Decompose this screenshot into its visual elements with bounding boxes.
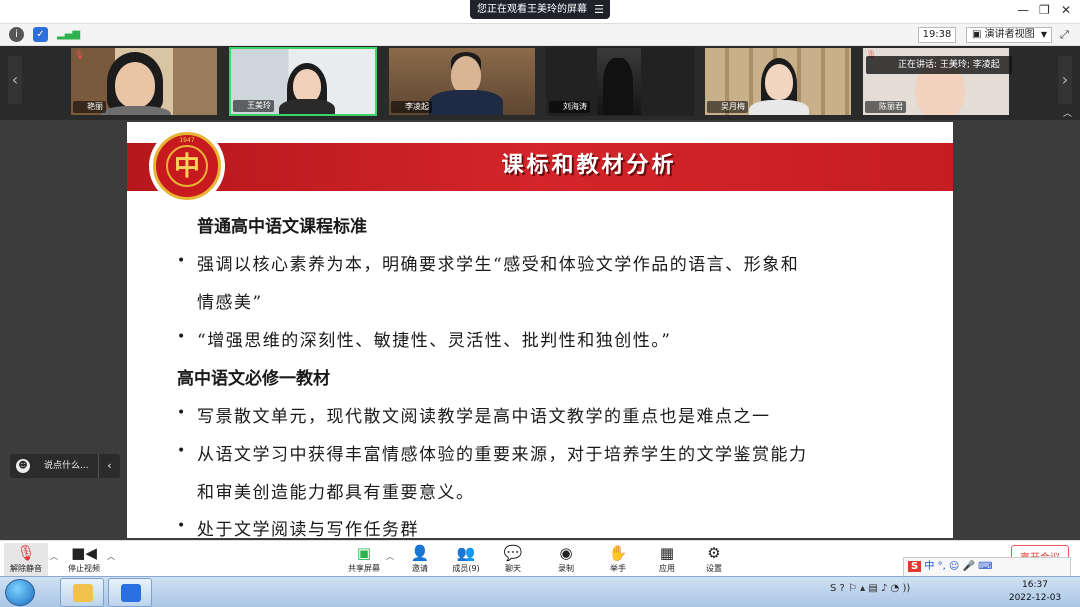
camera-icon: ■◀ [71, 544, 97, 562]
school-logo: 1947 中 [149, 128, 225, 204]
title-bar: 您正在观看王美玲的屏幕 ☰ — ❐ ✕ [0, 0, 1080, 24]
participant-tile[interactable]: 刘海涛 [546, 47, 694, 116]
invite-icon: 👤 [410, 544, 430, 562]
apps-button[interactable]: ▦ 应用 [645, 543, 689, 575]
sogou-icon: S [908, 561, 922, 572]
share-banner-text: 您正在观看王美玲的屏幕 [477, 4, 587, 15]
share-banner[interactable]: 您正在观看王美玲的屏幕 ☰ [470, 0, 610, 19]
gear-icon: ⚙ [707, 544, 721, 562]
system-tray[interactable]: S ? ⚐ ▴ ▤ ♪ ◔ )) [830, 583, 910, 594]
participant-name: 吴月梅 [707, 101, 748, 113]
hand-icon: ✋ [608, 544, 628, 562]
bullet-line: 写景散文单元，现代散文阅读教学是高中语文教学的重点也是难点之一 [197, 407, 771, 427]
restore-icon[interactable]: ❐ [1039, 3, 1050, 17]
meeting-clock: 19:38 [918, 27, 956, 43]
record-icon: ◉ [559, 544, 573, 562]
members-button[interactable]: 👥 成员(9) [444, 543, 488, 575]
participant-tile[interactable]: 吴月梅 [704, 47, 852, 116]
participant-name: 艳丽 [73, 101, 106, 113]
stop-video-button[interactable]: ■◀ 停止视频 [62, 543, 106, 575]
chevron-up-icon[interactable]: ︿ [386, 551, 394, 562]
bullet-line: “增强思维的深刻性、敏捷性、灵活性、批判性和独创性。” [197, 331, 672, 351]
bullet-line: 情感美” [197, 293, 263, 313]
chat-input[interactable]: ☻ 说点什么... ‹ [10, 454, 120, 478]
ime-toolbar[interactable]: S 中 °, ☺ 🎤 ⌨ [903, 557, 1071, 577]
chat-icon: 💬 [503, 544, 523, 562]
invite-button[interactable]: 👤 邀请 [398, 543, 442, 575]
participant-strip: ‹ 🎙 艳丽 王美玲 李凌起 刘海涛 吴月梅 🎙 陈丽君 正在讲话: 王美玲; … [0, 46, 1080, 120]
settings-button[interactable]: ⚙ 设置 [692, 543, 736, 575]
os-taskbar: S ? ⚐ ▴ ▤ ♪ ◔ )) 16:37 2022-12-03 [0, 576, 1080, 607]
view-icon: ▣ [972, 29, 985, 40]
collapse-icon[interactable]: ︿ [1063, 106, 1072, 119]
heading-textbook: 高中语文必修一教材 [177, 369, 330, 389]
meeting-app: 您正在观看王美玲的屏幕 ☰ — ❐ ✕ i ✓ ▂▄▆ 19:38 ▣ 演讲者视… [0, 0, 1080, 607]
close-icon[interactable]: ✕ [1061, 3, 1071, 17]
heading-standard: 普通高中语文课程标准 [197, 217, 367, 237]
participant-name: 王美玲 [233, 100, 274, 112]
slide-title: 课标和教材分析 [501, 152, 677, 178]
chevron-up-icon[interactable]: ︿ [107, 551, 115, 562]
shared-slide: 1947 中 课标和教材分析 普通高中语文课程标准 • 强调以核心素养为本，明确… [127, 122, 953, 538]
mic-muted-icon: 🎙 [74, 50, 85, 59]
menu-icon[interactable]: ☰ [594, 0, 604, 19]
chevron-up-icon[interactable]: ︿ [50, 551, 58, 562]
share-screen-icon: ▣ [356, 544, 372, 562]
participant-name: 李凌起 [391, 101, 432, 113]
signal-icon[interactable]: ▂▄▆ [57, 27, 80, 42]
participant-tile[interactable]: 🎙 艳丽 [70, 47, 218, 116]
meeting-toolbar: i ✓ ▂▄▆ 19:38 ▣ 演讲者视图 ▼ ⤢ [0, 24, 1080, 46]
raise-hand-button[interactable]: ✋ 举手 [596, 543, 640, 575]
start-icon[interactable] [5, 579, 35, 606]
participant-tile[interactable]: 李凌起 [388, 47, 536, 116]
ime-status: 中 °, ☺ 🎤 ⌨ [924, 561, 993, 572]
participant-name: 刘海涛 [549, 101, 590, 113]
members-icon: 👥 [456, 544, 476, 562]
apps-icon: ▦ [659, 544, 675, 562]
record-button[interactable]: ◉ 录制 [544, 543, 588, 575]
info-icon[interactable]: i [9, 27, 24, 42]
meeting-controls: 🎙 解除静音 ︿ ■◀ 停止视频 ︿ ▣ 共享屏幕 ︿ 👤 邀请 👥 成员(9)… [0, 540, 1080, 577]
fullscreen-icon[interactable]: ⤢ [1060, 28, 1069, 42]
share-screen-button[interactable]: ▣ 共享屏幕 [342, 543, 386, 575]
bullet-line: 强调以核心素养为本，明确要求学生“感受和体验文学作品的语言、形象和 [197, 255, 800, 275]
emoji-icon[interactable]: ☻ [16, 459, 30, 473]
bullet-line: 从语文学习中获得丰富情感体验的重要来源，对于培养学生的文学鉴赏能力 [197, 445, 808, 465]
mic-off-icon: 🎙 [16, 544, 36, 562]
strip-next-icon[interactable]: › [1058, 56, 1072, 104]
minimize-icon[interactable]: — [1017, 3, 1029, 17]
speaking-indicator: 正在讲话: 王美玲; 李凌起 [866, 56, 1012, 74]
taskbar-explorer[interactable] [60, 578, 104, 607]
folder-icon [73, 584, 93, 602]
taskbar-meeting[interactable] [108, 578, 152, 607]
chat-placeholder: 说点什么... [44, 461, 89, 471]
view-mode-label: 演讲者视图 [984, 29, 1035, 40]
participant-name: 陈丽君 [865, 101, 906, 113]
strip-prev-icon[interactable]: ‹ [8, 56, 22, 104]
view-mode-dropdown[interactable]: ▣ 演讲者视图 ▼ [966, 27, 1052, 43]
taskbar-clock[interactable]: 16:37 2022-12-03 [1000, 579, 1070, 605]
participant-tile[interactable]: 王美玲 [229, 47, 377, 116]
meeting-app-icon [121, 584, 141, 602]
unmute-button[interactable]: 🎙 解除静音 [4, 543, 48, 576]
shield-icon[interactable]: ✓ [33, 27, 48, 42]
bullet-line: 处于文学阅读与写作任务群 [197, 520, 419, 538]
chevron-left-icon[interactable]: ‹ [98, 454, 120, 478]
chat-button[interactable]: 💬 聊天 [491, 543, 535, 575]
chevron-down-icon: ▼ [1040, 30, 1047, 39]
bullet-line: 和审美创造能力都具有重要意义。 [197, 483, 475, 503]
